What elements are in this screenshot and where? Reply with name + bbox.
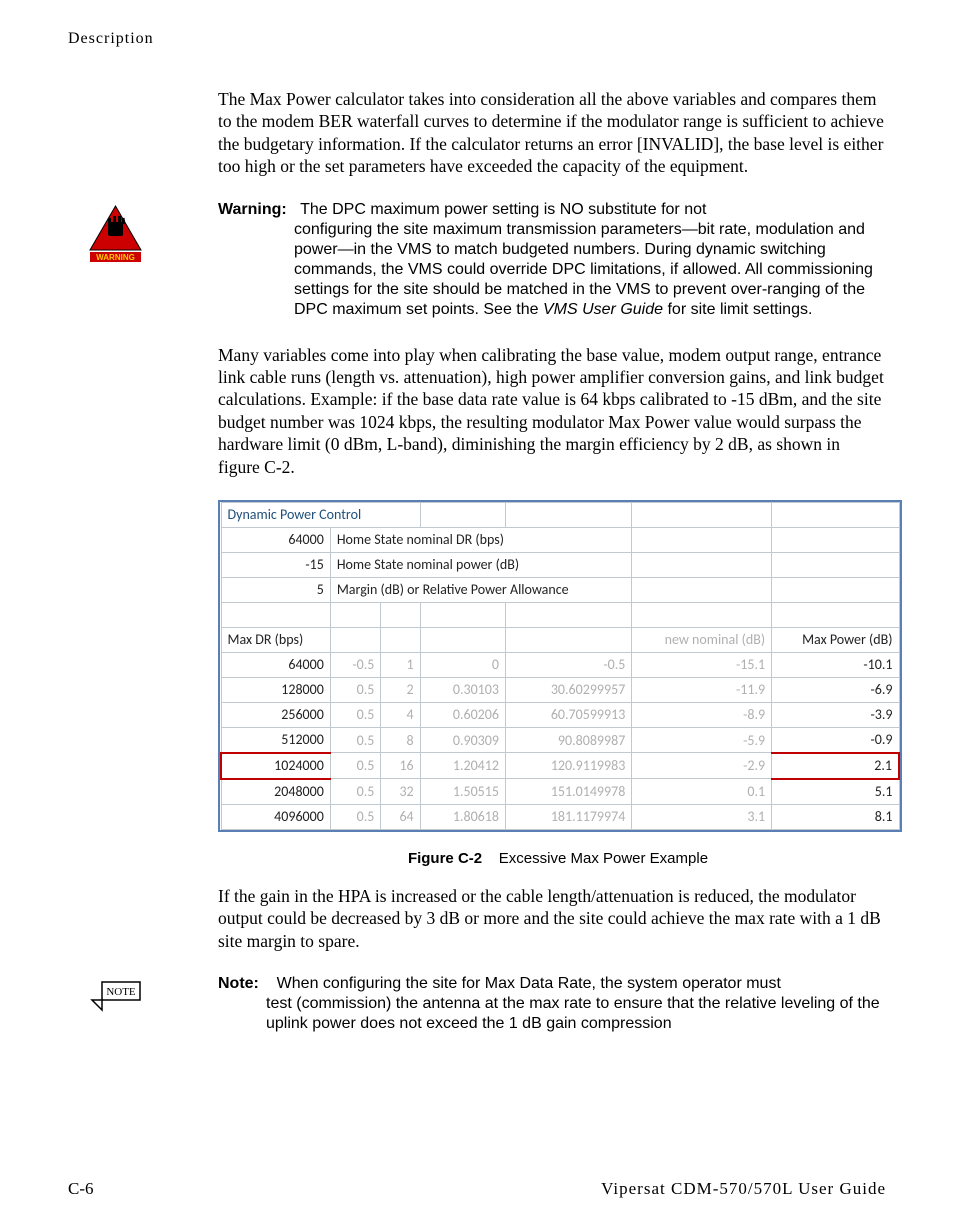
- svg-text:NOTE: NOTE: [106, 986, 136, 998]
- note-label: Note:: [218, 975, 259, 992]
- table-row: 512000 0.5 8 0.90309 90.8089987 -5.9 -0.…: [221, 727, 899, 753]
- table-row: 128000 0.5 2 0.30103 30.60299957 -11.9 -…: [221, 677, 899, 702]
- note-body: test (commission) the antenna at the max…: [266, 995, 880, 1032]
- note-block: NOTE Note: When configuring the site for…: [68, 974, 886, 1034]
- svg-text:WARNING: WARNING: [96, 253, 135, 262]
- table-row-highlighted: 1024000 0.5 16 1.20412 120.9119983 -2.9 …: [221, 753, 899, 779]
- figure-text: Excessive Max Power Example: [499, 850, 708, 867]
- param-value: -15: [221, 552, 330, 577]
- footer-page-number: C-6: [68, 1179, 94, 1199]
- figure-caption: Figure C-2 Excessive Max Power Example: [218, 850, 898, 867]
- param-label: Home State nominal power (dB): [330, 552, 632, 577]
- table-title: Dynamic Power Control: [221, 502, 420, 527]
- warning-label: Warning:: [218, 201, 287, 218]
- param-value: 5: [221, 577, 330, 602]
- table-row: 4096000 0.5 64 1.80618 181.1179974 3.1 8…: [221, 804, 899, 829]
- paragraph-3: If the gain in the HPA is increased or t…: [218, 885, 886, 952]
- warning-tail: for site limit settings.: [663, 301, 812, 318]
- warning-italic: VMS User Guide: [543, 301, 663, 318]
- param-label: Home State nominal DR (bps): [330, 527, 632, 552]
- col-newnom: new nominal (dB): [632, 627, 772, 652]
- figure-label: Figure C-2: [408, 850, 482, 867]
- dpc-table: Dynamic Power Control 64000 Home State n…: [218, 500, 902, 832]
- table-row: 256000 0.5 4 0.60206 60.70599913 -8.9 -3…: [221, 702, 899, 727]
- note-line1: When configuring the site for Max Data R…: [277, 975, 781, 992]
- paragraph-1: The Max Power calculator takes into cons…: [218, 88, 886, 178]
- note-icon: NOTE: [88, 976, 142, 1034]
- table-row: 64000 -0.5 1 0 -0.5 -15.1 -10.1: [221, 652, 899, 677]
- warning-line1: [291, 201, 300, 218]
- footer-doc-title: Vipersat CDM-570/570L User Guide: [601, 1179, 886, 1199]
- param-value: 64000: [221, 527, 330, 552]
- warning-text: Warning: The DPC maximum power setting i…: [218, 200, 886, 320]
- warning-icon: WARNING: [88, 204, 148, 320]
- paragraph-2: Many variables come into play when calib…: [218, 344, 886, 478]
- param-label: Margin (dB) or Relative Power Allowance: [330, 577, 632, 602]
- warning-block: WARNING Warning: The DPC maximum power s…: [68, 200, 886, 320]
- page-footer: C-6 Vipersat CDM-570/570L User Guide: [68, 1179, 886, 1199]
- col-maxpow: Max Power (dB): [772, 627, 899, 652]
- col-maxdr: Max DR (bps): [221, 627, 330, 652]
- table-row: 2048000 0.5 32 1.50515 151.0149978 0.1 5…: [221, 779, 899, 805]
- page-header: Description: [68, 30, 886, 48]
- note-text: Note: When configuring the site for Max …: [218, 974, 886, 1034]
